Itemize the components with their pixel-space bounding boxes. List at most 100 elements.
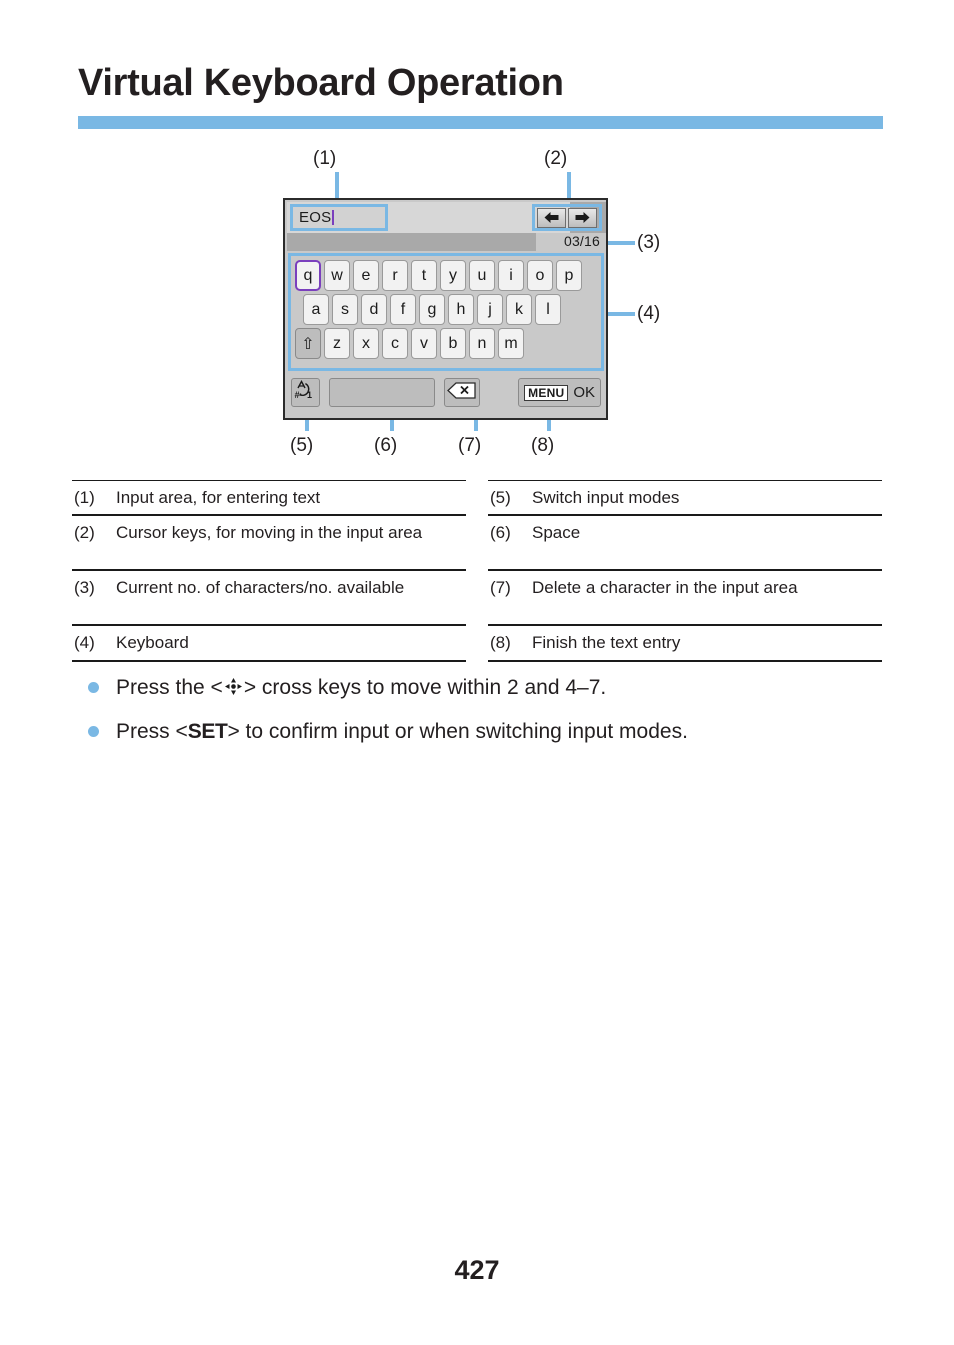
key-m[interactable]: m	[498, 328, 524, 359]
keyboard-function-row: # 1 MENU OK	[291, 376, 601, 409]
camera-lcd-panel: EOS 03/16 q w e r t y u i o p a s d f g …	[283, 198, 608, 420]
key-l[interactable]: l	[535, 294, 561, 325]
legend-text: Keyboard	[116, 633, 189, 653]
key-v[interactable]: v	[411, 328, 437, 359]
cursor-key-left[interactable]	[537, 207, 566, 228]
table-row: (1) Input area, for entering text	[72, 480, 466, 517]
legend-number: (3)	[74, 578, 95, 598]
note-text-cross-keys: Press the < > cross keys to move within 2…	[116, 672, 888, 706]
keyboard-row-1: q w e r t y u i o p	[295, 260, 597, 291]
input-area-value: EOS	[299, 209, 332, 226]
key-a[interactable]: a	[303, 294, 329, 325]
legend-text: Current no. of characters/no. available	[116, 578, 405, 598]
leader-line-1	[335, 172, 339, 200]
key-e[interactable]: e	[353, 260, 379, 291]
key-t[interactable]: t	[411, 260, 437, 291]
table-row: (2) Cursor keys, for moving in the input…	[72, 516, 466, 572]
key-h[interactable]: h	[448, 294, 474, 325]
table-row: (7) Delete a character in the input area	[488, 571, 882, 627]
input-row: EOS 03/16	[285, 200, 606, 251]
set-button-icon: SET	[187, 719, 228, 743]
shift-key-icon[interactable]: ⇧	[295, 328, 321, 359]
ok-label: OK	[573, 384, 595, 401]
list-item: Press <SET> to confirm input or when swi…	[88, 716, 888, 748]
table-row: (3) Current no. of characters/no. availa…	[72, 571, 466, 627]
notes-list: Press the < > cross keys to move within 2…	[88, 672, 888, 757]
svg-text:#: #	[295, 390, 300, 400]
arrow-right-icon	[574, 211, 591, 224]
cursor-key-right[interactable]	[568, 207, 597, 228]
note-prefix: Press the <	[116, 676, 223, 699]
delete-key[interactable]	[443, 378, 481, 407]
note-suffix: > cross keys to move within 2 and 4–7.	[243, 676, 607, 699]
menu-badge-label: MENU	[524, 384, 569, 401]
legend-text: Space	[532, 523, 581, 543]
key-r[interactable]: r	[382, 260, 408, 291]
key-k[interactable]: k	[506, 294, 532, 325]
input-mode-switch-icon: # 1	[293, 379, 317, 406]
on-screen-keyboard[interactable]: q w e r t y u i o p a s d f g h j k l ⇧ …	[288, 253, 604, 371]
key-p[interactable]: p	[556, 260, 582, 291]
key-n[interactable]: n	[469, 328, 495, 359]
note-suffix: > to confirm input or when switching inp…	[227, 719, 688, 743]
legend-text: Switch input modes	[532, 488, 680, 507]
legend-number: (5)	[490, 488, 511, 507]
list-item: Press the < > cross keys to move within 2…	[88, 672, 888, 706]
key-g[interactable]: g	[419, 294, 445, 325]
legend-column-left: (1) Input area, for entering text (2) Cu…	[72, 480, 466, 662]
callout-label-8: (8)	[531, 435, 555, 456]
callout-label-6: (6)	[374, 435, 398, 456]
legend-number: (7)	[490, 578, 511, 598]
key-b[interactable]: b	[440, 328, 466, 359]
leader-line-3	[605, 241, 635, 245]
key-d[interactable]: d	[361, 294, 387, 325]
key-x[interactable]: x	[353, 328, 379, 359]
legend-text: Cursor keys, for moving in the input are…	[116, 523, 423, 543]
space-key[interactable]	[328, 378, 435, 407]
table-row: (8) Finish the text entry	[488, 626, 882, 662]
input-row-second-line-background	[287, 233, 536, 251]
key-o[interactable]: o	[527, 260, 553, 291]
leader-line-4	[605, 312, 635, 316]
callout-label-1: (1)	[313, 148, 337, 169]
table-row: (4) Keyboard	[72, 626, 466, 662]
finish-entry-button[interactable]: MENU OK	[518, 378, 601, 407]
key-w[interactable]: w	[324, 260, 350, 291]
note-text-set-button: Press <SET> to confirm input or when swi…	[116, 716, 888, 748]
callout-label-3: (3)	[637, 232, 661, 253]
leader-line-2	[567, 172, 571, 200]
legend-text: Input area, for entering text	[116, 488, 321, 507]
legend-column-right: (5) Switch input modes (6) Space (7) Del…	[488, 480, 882, 662]
arrow-left-icon	[543, 211, 560, 224]
keyboard-row-3: ⇧ z x c v b n m	[295, 328, 597, 359]
key-i[interactable]: i	[498, 260, 524, 291]
key-s[interactable]: s	[332, 294, 358, 325]
legend-table: (1) Input area, for entering text (2) Cu…	[72, 480, 882, 662]
key-z[interactable]: z	[324, 328, 350, 359]
legend-text: Finish the text entry	[532, 633, 681, 653]
legend-text: Delete a character in the input area	[532, 578, 798, 598]
bullet-dot-icon	[88, 682, 99, 693]
key-j[interactable]: j	[477, 294, 503, 325]
key-u[interactable]: u	[469, 260, 495, 291]
cross-keys-icon	[224, 674, 243, 706]
key-f[interactable]: f	[390, 294, 416, 325]
callout-label-2: (2)	[544, 148, 568, 169]
callout-label-4: (4)	[637, 303, 661, 324]
callout-label-5: (5)	[290, 435, 314, 456]
legend-number: (8)	[490, 633, 511, 653]
input-mode-switch-button[interactable]: # 1	[291, 378, 320, 407]
cursor-keys-group[interactable]	[532, 204, 602, 231]
legend-number: (4)	[74, 633, 95, 653]
bullet-dot-icon	[88, 725, 99, 737]
svg-text:1: 1	[307, 390, 312, 400]
callout-label-7: (7)	[458, 435, 482, 456]
key-c[interactable]: c	[382, 328, 408, 359]
table-row: (6) Space	[488, 516, 882, 572]
text-cursor-caret	[332, 210, 335, 225]
page-number: 427	[454, 1255, 500, 1285]
text-input-area[interactable]: EOS	[290, 204, 388, 231]
character-count-indicator: 03/16	[563, 233, 600, 249]
key-q[interactable]: q	[295, 260, 321, 291]
key-y[interactable]: y	[440, 260, 466, 291]
